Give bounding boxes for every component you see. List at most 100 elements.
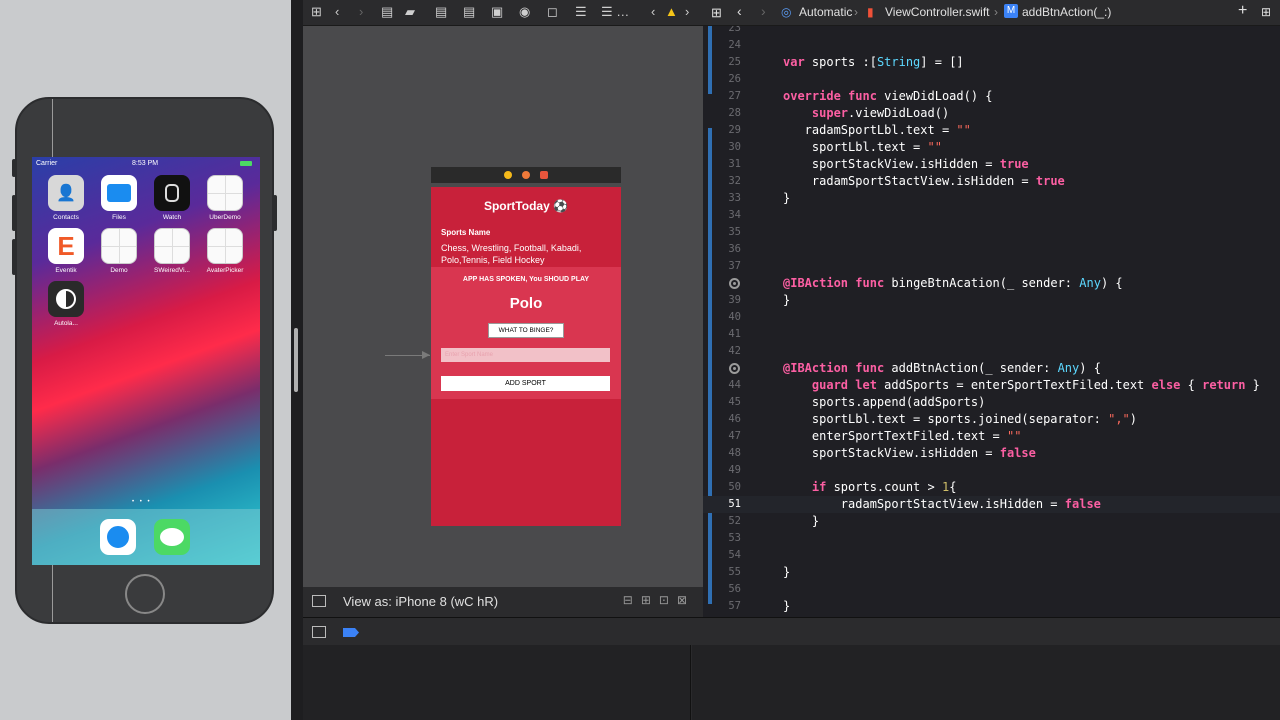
back-icon[interactable]: ‹	[335, 4, 339, 19]
code-line[interactable]: 47 enterSportTextFiled.text = ""	[703, 428, 1280, 445]
scene-icon[interactable]: ◉	[519, 4, 530, 20]
code-line[interactable]: 23	[703, 26, 1280, 37]
code-line[interactable]: 30 sportLbl.text = ""	[703, 139, 1280, 156]
code-line[interactable]: 39}	[703, 292, 1280, 309]
automatic-mode[interactable]: Automatic	[799, 5, 852, 19]
stack-view-icon[interactable]: ☰ …	[601, 4, 629, 20]
file-icon[interactable]: ▤	[381, 4, 393, 20]
related-items-icon[interactable]: ⊞	[311, 4, 322, 20]
code-line[interactable]: 51 radamSportStactView.isHidden = false	[703, 496, 1280, 513]
code-line[interactable]: 49	[703, 462, 1280, 479]
ibaction-connection-icon[interactable]	[729, 363, 740, 374]
messages-icon[interactable]	[154, 519, 190, 555]
code-line[interactable]: 33}	[703, 190, 1280, 207]
home-button[interactable]	[125, 574, 165, 614]
chevron-right-icon: ›	[854, 5, 858, 19]
app-files[interactable]: Files	[93, 175, 145, 221]
code-line[interactable]: 29 radamSportLbl.text = ""	[703, 122, 1280, 139]
code-line[interactable]: 42	[703, 343, 1280, 360]
warning-icon[interactable]: ▲	[665, 4, 678, 19]
line-number: 51	[728, 498, 741, 510]
split-editor-icon[interactable]: ⊞	[1261, 5, 1271, 19]
forward-icon[interactable]: ›	[359, 4, 363, 19]
code-line[interactable]: 54	[703, 547, 1280, 564]
view-controller-icon[interactable]	[504, 171, 512, 179]
storyboard-icon[interactable]: ▣	[491, 4, 503, 20]
code-line[interactable]: 44 guard let addSports = enterSportTextF…	[703, 377, 1280, 394]
code-line[interactable]: 50 if sports.count > 1{	[703, 479, 1280, 496]
splitter-handle[interactable]	[294, 328, 298, 392]
app-label: AvaterPicker	[206, 267, 244, 274]
code-line[interactable]: 24	[703, 37, 1280, 54]
code-line[interactable]: 36	[703, 241, 1280, 258]
view-controller-icon[interactable]: ◻	[547, 4, 558, 20]
app-eventik[interactable]: E Eventik	[40, 228, 92, 274]
code-line[interactable]: 46 sportLbl.text = sports.joined(separat…	[703, 411, 1280, 428]
variables-view[interactable]	[303, 645, 691, 720]
file-icon[interactable]: ▤	[435, 4, 447, 20]
code-line[interactable]: 31 sportStackView.isHidden = true	[703, 156, 1280, 173]
back-icon[interactable]: ‹	[737, 3, 742, 19]
code-line[interactable]: 25 var sports :[String] = []	[703, 54, 1280, 71]
forward-icon[interactable]: ›	[685, 4, 689, 19]
document-outline-icon[interactable]	[312, 595, 326, 607]
layout-tools[interactable]: ⊟⊞⊡⊠	[623, 593, 695, 607]
code-line[interactable]: 55}	[703, 564, 1280, 581]
scene-dock[interactable]	[431, 167, 621, 183]
code-text: enterSportTextFiled.text = ""	[783, 429, 1022, 443]
code-line[interactable]: 45 sports.append(addSports)	[703, 394, 1280, 411]
code-line[interactable]: 57}	[703, 598, 1280, 615]
code-line[interactable]: 56	[703, 581, 1280, 598]
code-editor[interactable]: 23 24 25 var sports :[String] = [] 26 27 overr…	[703, 26, 1280, 617]
app-avaterpicker[interactable]: AvaterPicker	[199, 228, 251, 274]
code-line[interactable]: 48 sportStackView.isHidden = false	[703, 445, 1280, 462]
method-name[interactable]: addBtnAction(_:)	[1022, 5, 1111, 19]
ibaction-connection-icon[interactable]	[729, 278, 740, 289]
app-autola[interactable]: Autola...	[40, 281, 92, 327]
mute-switch	[12, 159, 16, 177]
code-line[interactable]: 32 radamSportStactView.isHidden = true	[703, 173, 1280, 190]
sport-name-field[interactable]: Enter Sport Name	[441, 348, 610, 362]
app-demo[interactable]: Demo	[93, 228, 145, 274]
view-icon[interactable]: ☰	[575, 4, 587, 20]
pane-splitter[interactable]	[291, 0, 303, 720]
code-line[interactable]: 27 override func viewDidLoad() {	[703, 88, 1280, 105]
file-name[interactable]: ViewController.swift	[885, 5, 989, 19]
code-line[interactable]: @IBAction func addBtnAction(_ sender: An…	[703, 360, 1280, 377]
binge-button[interactable]: WHAT TO BINGE?	[488, 323, 564, 338]
code-line[interactable]: 35	[703, 224, 1280, 241]
code-line[interactable]: 37	[703, 258, 1280, 275]
code-line[interactable]: 28 super.viewDidLoad()	[703, 105, 1280, 122]
code-line[interactable]: 40	[703, 309, 1280, 326]
back-icon[interactable]: ‹	[651, 4, 655, 19]
first-responder-icon[interactable]	[522, 171, 530, 179]
code-line[interactable]: 53	[703, 530, 1280, 547]
exit-icon[interactable]	[540, 171, 548, 179]
storyboard-canvas[interactable]: SportToday ⚽ Sports Name Chess, Wrestlin…	[303, 26, 703, 587]
console-view[interactable]	[692, 645, 1280, 720]
app-contacts[interactable]: 👤 Contacts	[40, 175, 92, 221]
related-items-icon[interactable]: ⊞	[711, 5, 722, 21]
view-controller-scene[interactable]: SportToday ⚽ Sports Name Chess, Wrestlin…	[431, 187, 621, 526]
app-uberdemo[interactable]: UberDemo	[199, 175, 251, 221]
device-config-bar: View as: iPhone 8 (wC hR) ⊟⊞⊡⊠	[303, 587, 703, 617]
code-line[interactable]: 26	[703, 71, 1280, 88]
app-watch[interactable]: Watch	[146, 175, 198, 221]
chevron-right-icon: ›	[994, 5, 998, 19]
code-line[interactable]: 52 }	[703, 513, 1280, 530]
folder-icon[interactable]: ▰	[405, 4, 415, 20]
add-editor-icon[interactable]: +	[1238, 2, 1247, 20]
code-line[interactable]: 34	[703, 207, 1280, 224]
view-as-button[interactable]: View as: iPhone 8 (wC hR)	[343, 594, 498, 609]
hide-debug-area-icon[interactable]	[312, 626, 326, 638]
app-sweiredvi[interactable]: SWeiredVi...	[146, 228, 198, 274]
code-line[interactable]: 41	[703, 326, 1280, 343]
file-icon[interactable]: ▤	[463, 4, 475, 20]
add-sport-button[interactable]: ADD SPORT	[441, 376, 610, 391]
safari-icon[interactable]	[100, 519, 136, 555]
code-line[interactable]: @IBAction func bingeBtnAcation(_ sender:…	[703, 275, 1280, 292]
forward-icon[interactable]: ›	[761, 3, 766, 19]
code-text: radamSportStactView.isHidden = false	[783, 497, 1101, 511]
breakpoints-toggle-icon[interactable]	[343, 628, 359, 637]
placeholder-app-icon	[207, 175, 243, 211]
